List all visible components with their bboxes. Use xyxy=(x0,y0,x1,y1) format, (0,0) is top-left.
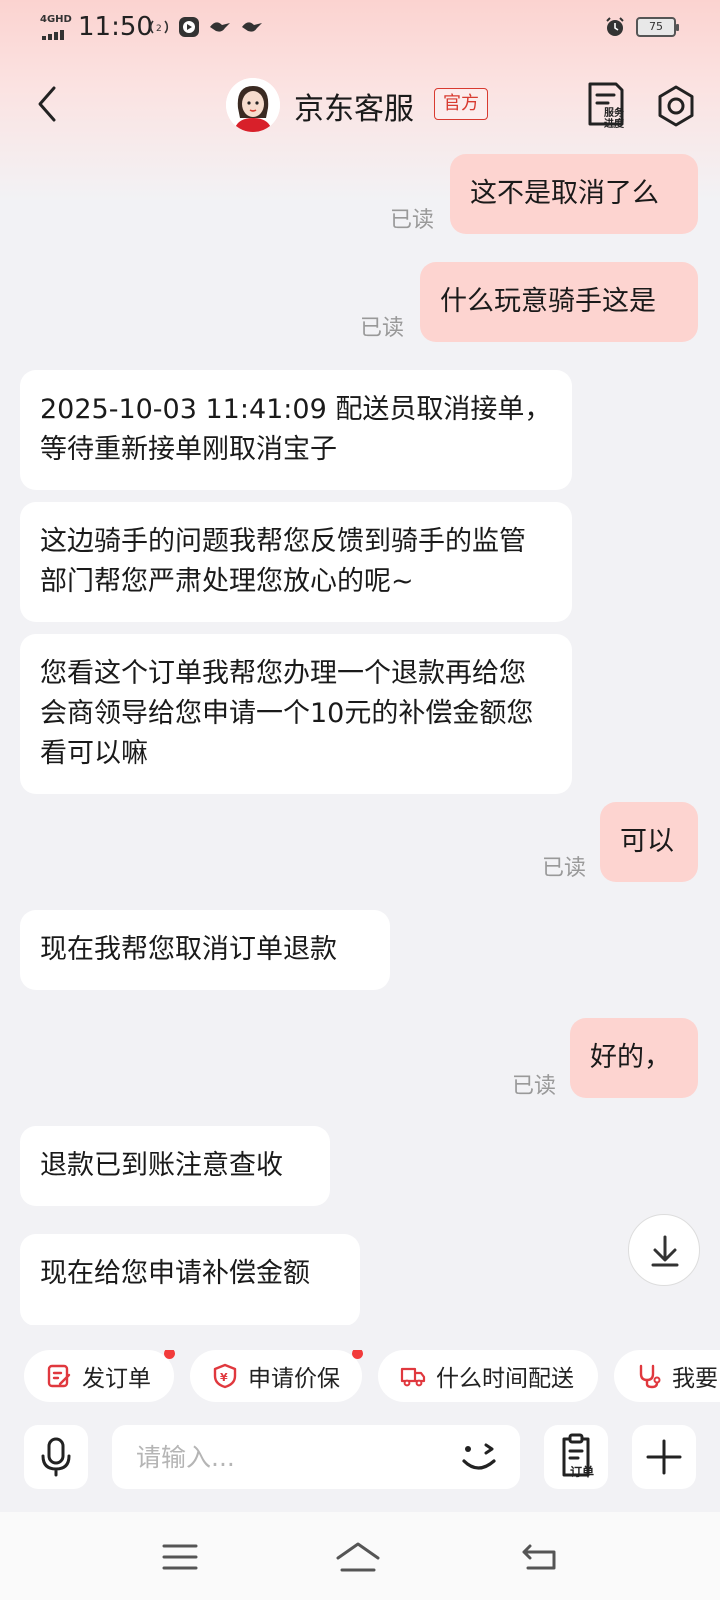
notification-icons: 2 xyxy=(148,16,264,38)
scroll-to-bottom-button[interactable] xyxy=(628,1214,700,1286)
notification-dot xyxy=(164,1350,175,1359)
message-list[interactable]: 已读 这不是取消了么 已读 什么玩意骑手这是 2025-10-03 11:41:… xyxy=(0,150,720,1325)
agent-message-bubble[interactable]: 现在给您申请补偿金额 xyxy=(20,1234,360,1325)
agent-avatar-icon xyxy=(226,78,280,132)
chevron-left-icon xyxy=(38,86,56,122)
quick-action-label: 什么时间配送 xyxy=(436,1366,574,1392)
bird-app-icon xyxy=(210,22,230,32)
system-nav-bar xyxy=(0,1512,720,1600)
chat-header: 京东客服 官方 服务进度 xyxy=(0,70,720,140)
menu-icon xyxy=(162,1544,198,1570)
read-receipt: 已读 xyxy=(542,856,587,881)
stethoscope-icon xyxy=(639,1364,661,1389)
back-nav-button[interactable] xyxy=(520,1540,560,1574)
hotspot-icon: 2 xyxy=(149,20,169,34)
agent-message-bubble[interactable]: 这边骑手的问题我帮您反馈到骑手的监管部门帮您严肃处理您放心的呢~ xyxy=(20,502,572,622)
my-message-bubble[interactable]: 好的， xyxy=(570,1018,698,1098)
quick-action-send-order[interactable]: 发订单 xyxy=(24,1350,175,1402)
battery-indicator: 75 xyxy=(636,17,679,37)
clock: 11:50 xyxy=(78,12,153,42)
read-receipt: 已读 xyxy=(360,316,405,341)
microphone-icon xyxy=(41,1437,71,1477)
agent-message-bubble[interactable]: 您看这个订单我帮您办理一个退款再给您会商领导给您申请一个10元的补偿金额您看可以… xyxy=(20,634,572,794)
quick-action-price-protect[interactable]: ¥ 申请价保 xyxy=(190,1350,363,1402)
play-app-icon xyxy=(179,17,199,37)
agent-message-bubble[interactable]: 退款已到账注意查收 xyxy=(20,1126,330,1206)
service-progress-label: 服务进度 xyxy=(604,108,624,130)
menu-nav-button[interactable] xyxy=(160,1540,200,1574)
service-progress-button[interactable]: 服务进度 xyxy=(586,80,634,130)
status-right: 75 xyxy=(604,16,679,38)
status-bar: 4GHD 11:50 2 75 xyxy=(0,0,720,56)
delivery-truck-icon xyxy=(400,1367,426,1387)
input-bar: 订单 xyxy=(0,1425,720,1495)
plus-icon xyxy=(646,1439,682,1475)
quick-action-label: 我要 xyxy=(672,1366,718,1392)
home-icon xyxy=(336,1542,380,1572)
read-receipt: 已读 xyxy=(512,1074,557,1099)
quick-actions-bar: 发订单 ¥ 申请价保 什么时间配送 我要 xyxy=(0,1350,720,1402)
voice-input-button[interactable] xyxy=(24,1425,88,1489)
network-type: 4GHD xyxy=(40,14,72,25)
avatar[interactable] xyxy=(226,78,280,132)
svg-text:2: 2 xyxy=(156,24,162,34)
agent-message-bubble[interactable]: 现在我帮您取消订单退款 xyxy=(20,910,390,990)
agent-message-bubble[interactable]: 2025-10-03 11:41:09 配送员取消接单，等待重新接单刚取消宝子 xyxy=(20,370,572,490)
download-arrow-icon xyxy=(651,1235,679,1267)
chat-title: 京东客服 xyxy=(294,92,414,127)
quick-action-delivery-time[interactable]: 什么时间配送 xyxy=(378,1350,598,1402)
message-input-box[interactable] xyxy=(112,1425,520,1489)
back-button[interactable] xyxy=(28,80,68,128)
notification-dot xyxy=(352,1350,363,1359)
more-options-button[interactable] xyxy=(632,1425,696,1489)
edit-order-icon xyxy=(47,1364,71,1388)
bird-app-icon-2 xyxy=(242,22,262,32)
quick-action-label: 申请价保 xyxy=(248,1366,340,1392)
my-message-bubble[interactable]: 这不是取消了么 xyxy=(450,154,698,234)
read-receipt: 已读 xyxy=(390,208,435,233)
emoji-button[interactable] xyxy=(456,1435,502,1479)
signal-indicator: 4GHD xyxy=(40,14,74,42)
my-message-bubble[interactable]: 什么玩意骑手这是 xyxy=(420,262,698,342)
home-nav-button[interactable] xyxy=(334,1540,382,1574)
gear-icon xyxy=(658,85,694,127)
official-badge: 官方 xyxy=(434,88,488,120)
alarm-icon xyxy=(606,17,624,36)
price-protect-icon: ¥ xyxy=(213,1363,237,1389)
my-message-bubble[interactable]: 可以 xyxy=(600,802,698,882)
svg-text:¥: ¥ xyxy=(220,1371,228,1384)
quick-action-label: 发订单 xyxy=(82,1366,151,1392)
wink-face-icon xyxy=(462,1443,496,1470)
return-icon xyxy=(522,1544,556,1570)
message-input[interactable] xyxy=(136,1439,436,1475)
signal-bars-icon xyxy=(42,30,64,40)
order-button[interactable]: 订单 xyxy=(544,1425,608,1489)
quick-action-more[interactable]: 我要 xyxy=(614,1350,720,1402)
settings-button[interactable] xyxy=(654,84,698,128)
order-button-label: 订单 xyxy=(570,1465,595,1479)
